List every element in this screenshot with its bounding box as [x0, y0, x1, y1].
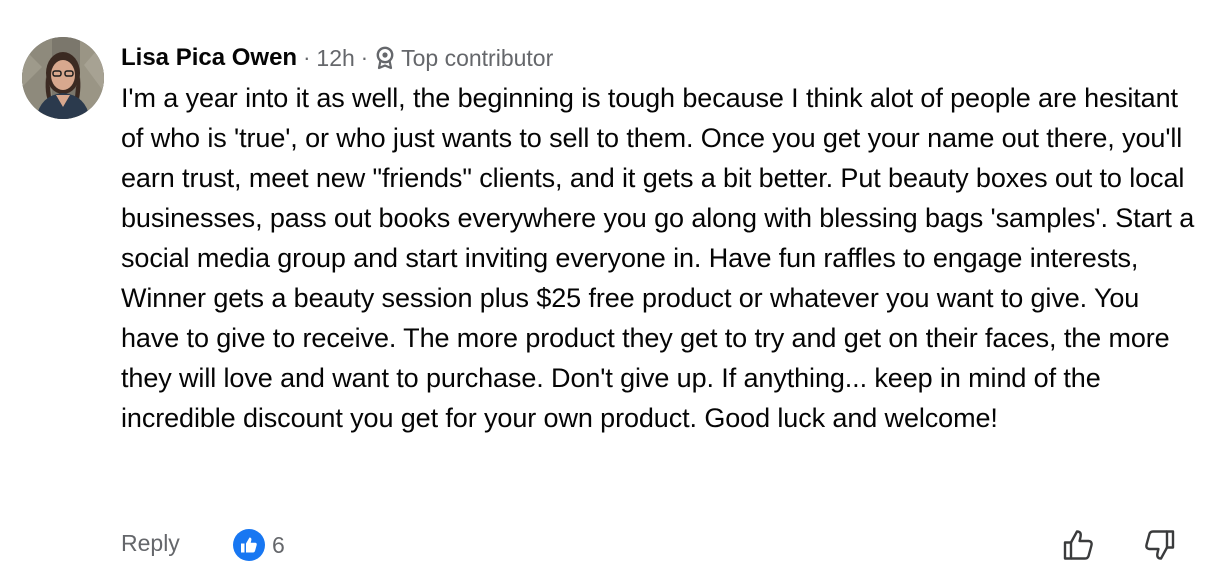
comment-actions: Reply 6 — [121, 527, 1181, 563]
comment: Lisa Pica Owen · 12h · Top contributor I… — [121, 40, 1196, 438]
author-name[interactable]: Lisa Pica Owen — [121, 44, 297, 72]
thumbs-up-icon — [233, 529, 265, 561]
reply-button[interactable]: Reply — [121, 530, 180, 557]
reaction-count: 6 — [272, 531, 285, 558]
separator: · — [360, 45, 369, 70]
award-icon — [374, 46, 396, 70]
top-contributor-badge[interactable]: Top contributor — [374, 45, 553, 72]
comment-body: I'm a year into it as well, the beginnin… — [121, 83, 1195, 433]
avatar[interactable] — [22, 37, 104, 119]
user-avatar-icon — [22, 37, 104, 119]
separator: · — [303, 45, 311, 70]
thumbs-down-outline-icon[interactable] — [1141, 527, 1177, 563]
comment-header: Lisa Pica Owen · 12h · Top contributor — [121, 40, 1196, 76]
thumbs-up-outline-icon[interactable] — [1061, 527, 1097, 563]
reaction-summary[interactable]: 6 — [233, 529, 285, 561]
timestamp[interactable]: 12h — [316, 45, 354, 72]
badge-label: Top contributor — [401, 44, 554, 71]
